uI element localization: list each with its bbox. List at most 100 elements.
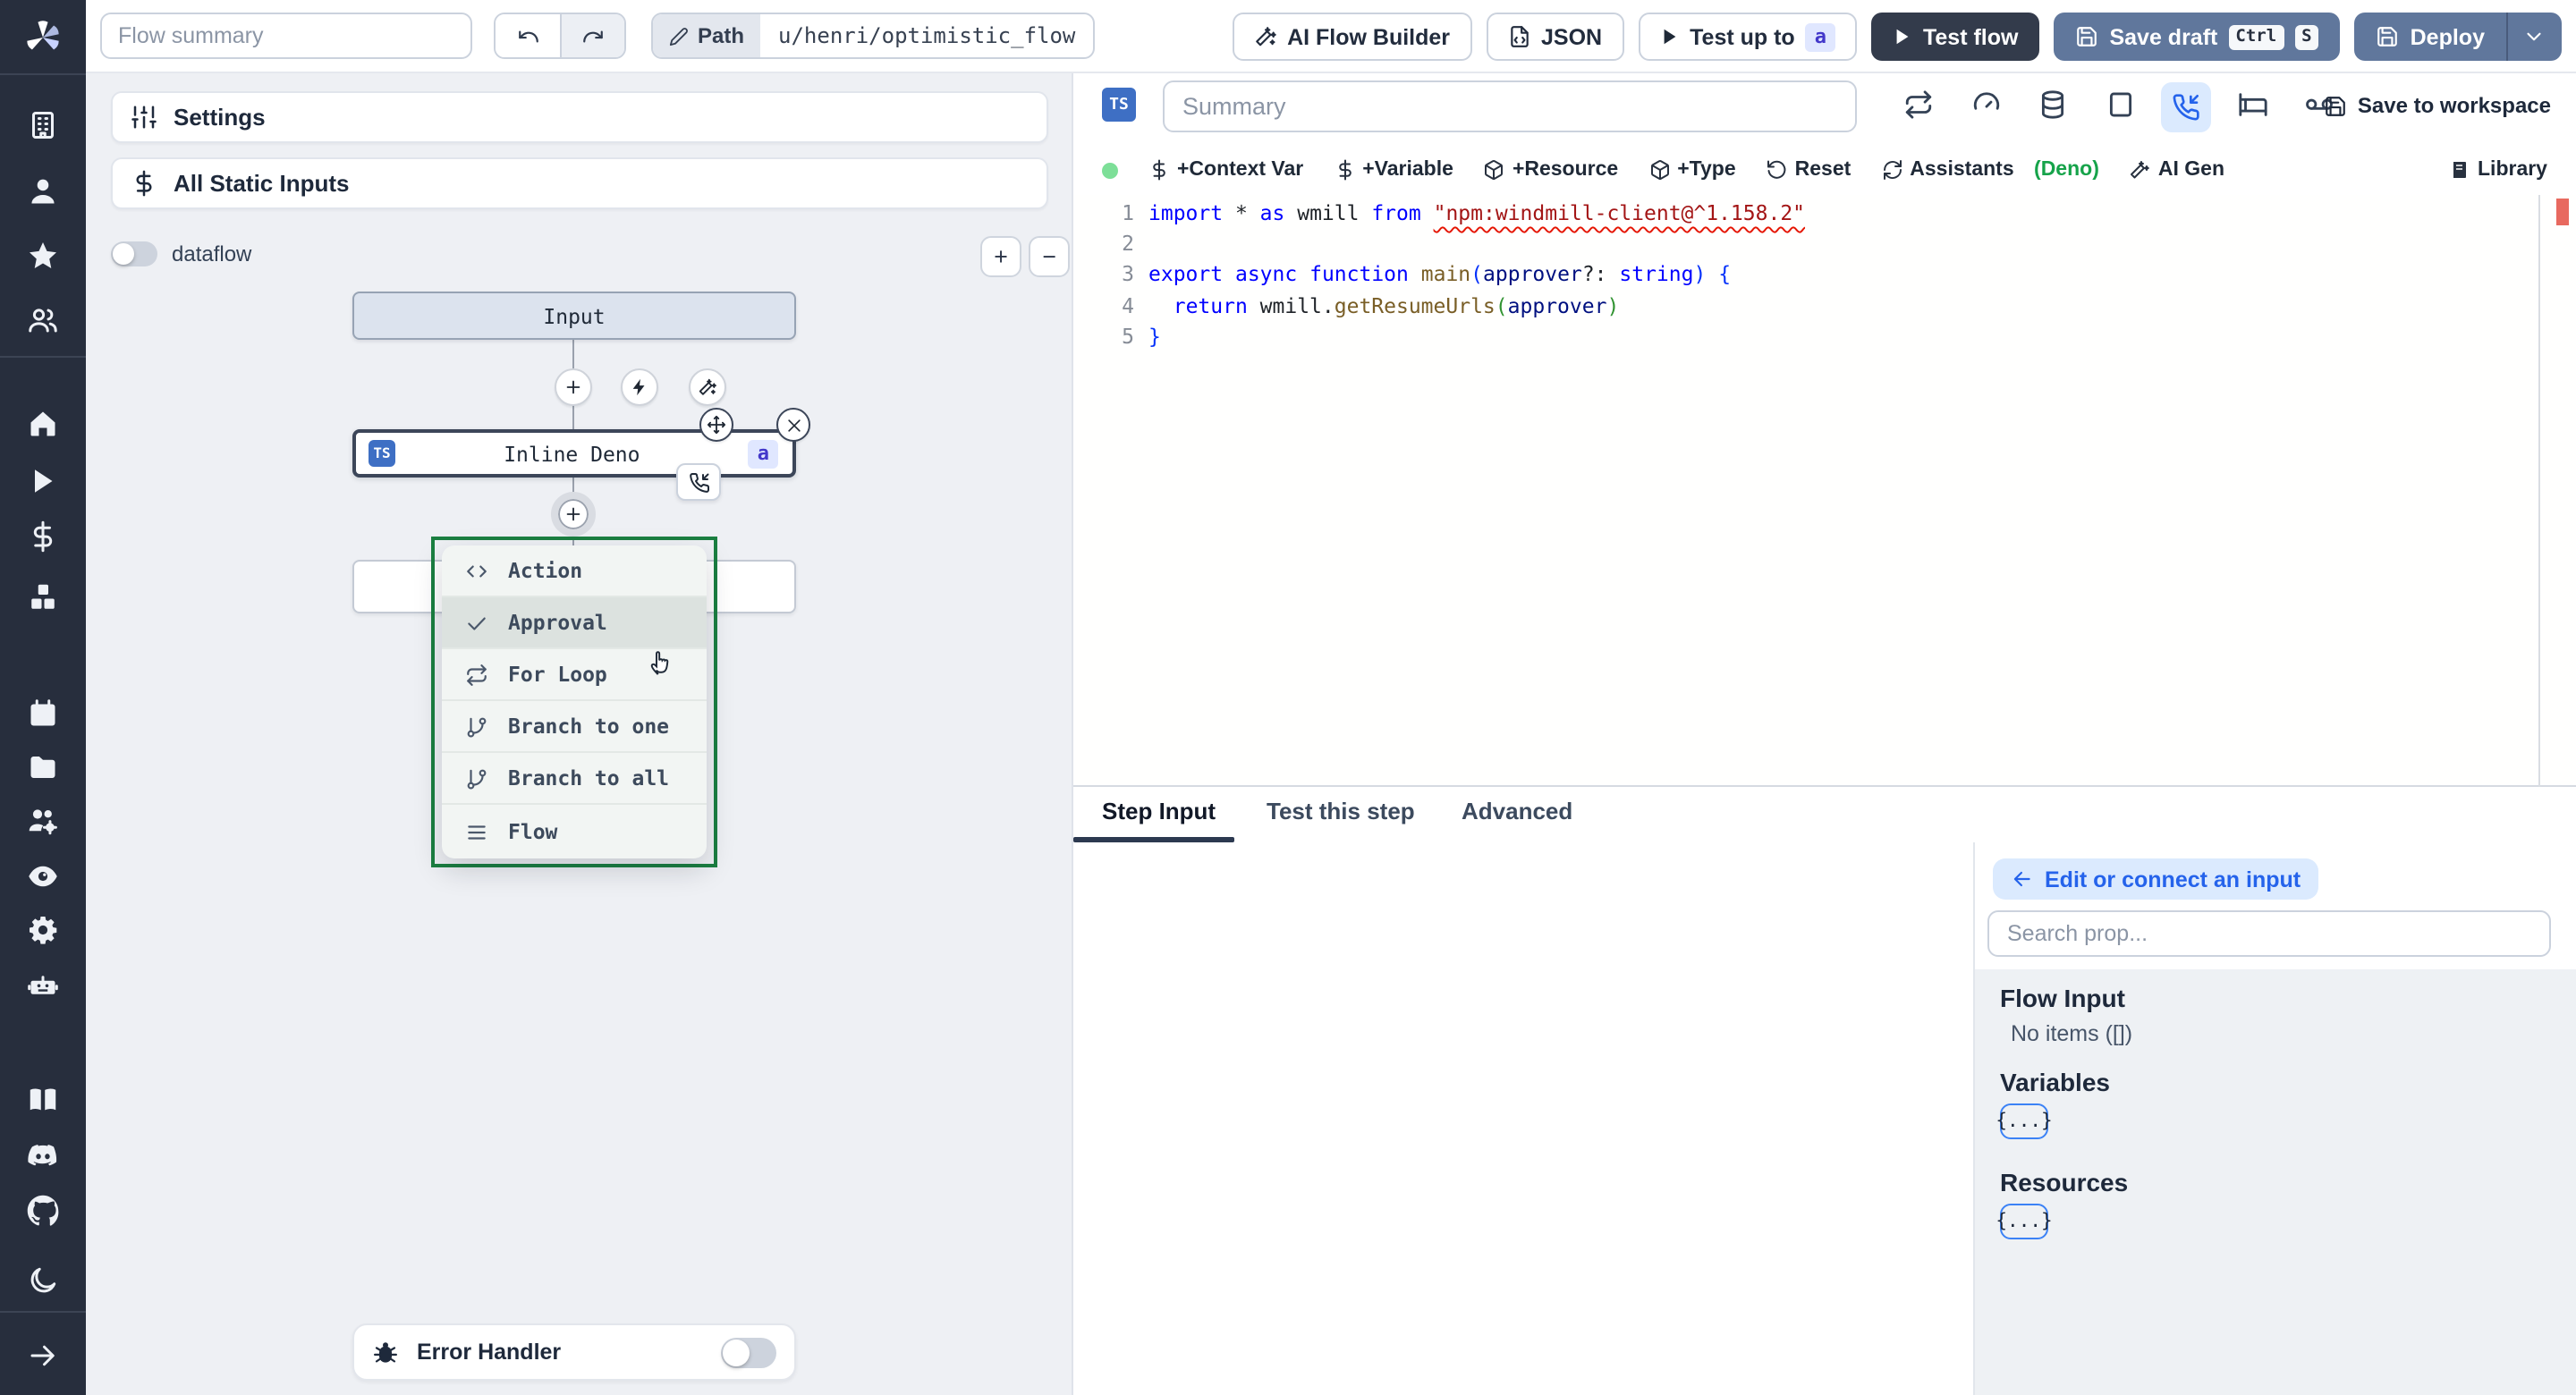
- resources-chip[interactable]: {...}: [1996, 1204, 2053, 1239]
- redo-button[interactable]: [560, 14, 624, 57]
- discord-icon[interactable]: [27, 1139, 59, 1171]
- sleep-bed-button[interactable]: [2238, 89, 2268, 120]
- zoom-in-button[interactable]: +: [980, 236, 1021, 277]
- toolbar-actions: AI Flow Builder JSON Test up to a Test f…: [1232, 13, 2562, 61]
- ai-flow-builder-button[interactable]: AI Flow Builder: [1232, 13, 1472, 61]
- menu-item-flow[interactable]: Flow: [442, 806, 707, 858]
- error-handler-node[interactable]: Error Handler: [352, 1323, 796, 1381]
- schedules-icon[interactable]: [27, 698, 59, 730]
- audit-eye-icon[interactable]: [27, 860, 59, 892]
- kbd-ctrl: Ctrl: [2228, 24, 2284, 49]
- tab-advanced[interactable]: Advanced: [1462, 798, 1572, 824]
- zoom-out-button[interactable]: −: [1029, 236, 1070, 277]
- edge-line: [572, 340, 574, 368]
- json-button[interactable]: JSON: [1486, 13, 1624, 61]
- input-node-label: Input: [543, 303, 606, 328]
- suspend-approval-button[interactable]: [2161, 82, 2211, 132]
- prop-picker: Flow Input No items ([]) Variables {...}…: [1975, 969, 2576, 1395]
- workers-icon[interactable]: [27, 805, 59, 837]
- path-control[interactable]: Path u/henri/optimistic_flow: [651, 13, 1096, 59]
- error-handler-label: Error Handler: [417, 1340, 562, 1365]
- ai-suggest-button[interactable]: [689, 368, 726, 406]
- windmill-logo-icon[interactable]: [21, 16, 64, 59]
- input-node[interactable]: Input: [352, 292, 796, 340]
- error-handler-toggle[interactable]: [721, 1337, 776, 1367]
- add-resource-button[interactable]: +Resource: [1484, 159, 1618, 181]
- menu-item-label: Branch to one: [508, 714, 670, 740]
- undo-button[interactable]: [496, 14, 560, 57]
- home-icon[interactable]: [27, 408, 59, 440]
- path-value[interactable]: u/henri/optimistic_flow: [760, 14, 1093, 57]
- top-toolbar: Path u/henri/optimistic_flow AI Flow Bui…: [86, 0, 2576, 73]
- menu-item-branch-to-one[interactable]: Branch to one: [442, 702, 707, 754]
- cache-database-button[interactable]: [2038, 89, 2068, 120]
- suspend-phone-badge[interactable]: [676, 463, 721, 501]
- step-summary-input[interactable]: [1163, 80, 1857, 132]
- code-editor[interactable]: 12345 import * as wmill from "npm:windmi…: [1073, 195, 2576, 787]
- trigger-button[interactable]: [621, 368, 658, 406]
- resources-icon[interactable]: [27, 581, 59, 613]
- folders-icon[interactable]: [27, 751, 59, 783]
- list-icon: [468, 824, 486, 839]
- editor-actions-row: +Context Var +Variable +Resource +Type R…: [1073, 152, 2576, 188]
- save-to-workspace-button[interactable]: Save to workspace: [2324, 93, 2551, 118]
- app: Path u/henri/optimistic_flow AI Flow Bui…: [0, 0, 2576, 1395]
- menu-item-approval[interactable]: Approval: [442, 597, 707, 650]
- label: +Context Var: [1177, 159, 1304, 181]
- zap-icon: [632, 378, 645, 396]
- add-step-button[interactable]: [555, 368, 592, 406]
- save-draft-button[interactable]: Save draft Ctrl S: [2054, 13, 2341, 61]
- add-variable-button[interactable]: +Variable: [1334, 159, 1453, 181]
- save-draft-label: Save draft: [2109, 24, 2218, 49]
- tab-step-input[interactable]: Step Input: [1102, 798, 1216, 824]
- flow-summary-input[interactable]: [100, 13, 472, 59]
- star-icon[interactable]: [27, 240, 59, 272]
- add-type-button[interactable]: +Type: [1648, 159, 1736, 181]
- assistants-button[interactable]: Assistants (Deno): [1881, 159, 2099, 181]
- robot-icon[interactable]: [27, 969, 59, 1002]
- move-node-button[interactable]: [699, 408, 733, 442]
- settings-gear-icon[interactable]: [27, 914, 59, 946]
- chevron-down-icon[interactable]: [2522, 25, 2546, 48]
- test-up-to-button[interactable]: Test up to a: [1638, 13, 1857, 61]
- ai-gen-button[interactable]: AI Gen: [2130, 159, 2224, 181]
- sidebar-divider: [0, 73, 86, 75]
- user-icon[interactable]: [27, 175, 59, 207]
- code-lines[interactable]: import * as wmill from "npm:windmill-cli…: [1148, 199, 1805, 352]
- test-flow-button[interactable]: Test flow: [1870, 13, 2040, 61]
- expand-sidebar-icon[interactable]: [27, 1340, 59, 1372]
- menu-item-branch-to-all[interactable]: Branch to all: [442, 754, 707, 806]
- sidebar-divider: [0, 356, 86, 358]
- library-button[interactable]: Library: [2449, 159, 2547, 181]
- edit-or-connect-button[interactable]: Edit or connect an input: [1993, 858, 2319, 900]
- json-label: JSON: [1541, 24, 1603, 49]
- git-branch-icon: [467, 769, 487, 790]
- groups-icon[interactable]: [27, 304, 59, 336]
- plus-icon: [566, 507, 580, 521]
- search-prop-input[interactable]: [1987, 910, 2551, 957]
- concurrency-button[interactable]: [2106, 89, 2136, 120]
- docs-book-icon[interactable]: [27, 1084, 59, 1116]
- inline-deno-node[interactable]: TS Inline Deno a: [352, 429, 796, 478]
- variables-title: Variables: [2000, 1068, 2110, 1096]
- settings-row[interactable]: Settings: [111, 91, 1048, 143]
- insert-step-button[interactable]: [551, 492, 596, 537]
- retries-button[interactable]: [1903, 89, 1934, 120]
- add-context-var-button[interactable]: +Context Var: [1148, 159, 1303, 181]
- deploy-button[interactable]: Deploy: [2354, 13, 2562, 61]
- dataflow-toggle[interactable]: [111, 241, 157, 266]
- variables-chip[interactable]: {...}: [1996, 1103, 2053, 1139]
- early-stop-gauge-button[interactable]: [1971, 89, 2002, 120]
- pencil-icon: [669, 27, 688, 46]
- delete-node-button[interactable]: [776, 408, 810, 442]
- reset-button[interactable]: Reset: [1767, 159, 1851, 181]
- all-static-inputs-row[interactable]: All Static Inputs: [111, 157, 1048, 209]
- menu-item-action[interactable]: Action: [442, 545, 707, 598]
- github-icon[interactable]: [27, 1195, 59, 1227]
- path-edit-button[interactable]: Path: [653, 14, 761, 57]
- workspace-icon[interactable]: [27, 109, 59, 141]
- dark-mode-moon-icon[interactable]: [27, 1264, 59, 1297]
- tab-test-this-step[interactable]: Test this step: [1267, 798, 1415, 824]
- runs-icon[interactable]: [27, 465, 59, 497]
- variables-icon[interactable]: [27, 520, 59, 553]
